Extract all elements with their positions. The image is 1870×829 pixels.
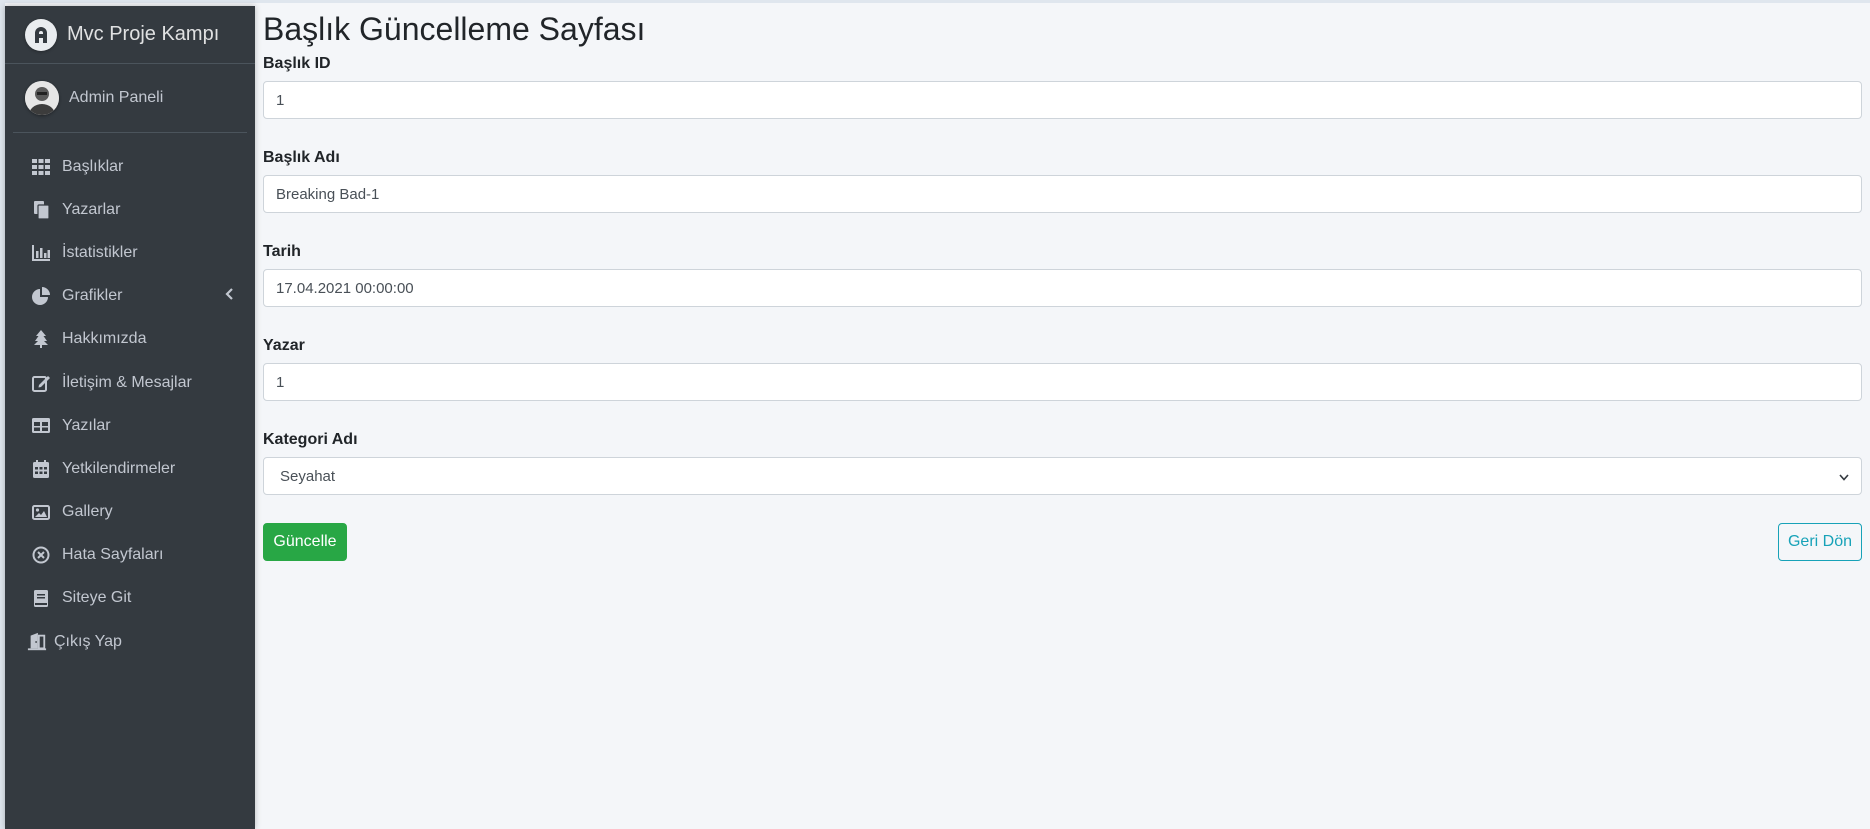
sidebar-item-label: Grafikler <box>62 287 123 305</box>
edit-icon <box>31 373 51 393</box>
sidebar: Mvc Proje Kampı Admin Paneli Başlıklar Y… <box>5 6 255 829</box>
sidebar-item-iletisim[interactable]: İletişim & Mesajlar <box>5 361 255 404</box>
date-input[interactable]: 17.04.2021 00:00:00 <box>263 269 1862 307</box>
main-content: Başlık Güncelleme Sayfası Başlık ID 1 Ba… <box>255 6 1870 826</box>
calendar-icon <box>31 459 51 479</box>
sidebar-item-label: Hakkımızda <box>62 330 147 348</box>
sidebar-item-label: Yazılar <box>62 416 111 434</box>
sidebar-item-istatistikler[interactable]: İstatistikler <box>5 231 255 274</box>
sidebar-nav: Başlıklar Yazarlar İstatistikler Grafikl… <box>5 133 255 663</box>
title-name-input[interactable]: Breaking Bad-1 <box>263 175 1862 213</box>
field-label-id: Başlık ID <box>263 55 331 72</box>
sidebar-item-hata-sayfalari[interactable]: Hata Sayfaları <box>5 534 255 577</box>
back-button[interactable]: Geri Dön <box>1778 523 1862 561</box>
chevron-left-icon[interactable] <box>225 287 233 305</box>
door-icon <box>27 632 47 652</box>
sidebar-item-cikis[interactable]: Çıkış Yap <box>5 620 255 663</box>
sidebar-item-grafikler[interactable]: Grafikler <box>5 275 255 318</box>
form-group-category: Kategori Adı Seyahat <box>263 423 1862 495</box>
sidebar-item-label: İletişim & Mesajlar <box>62 373 192 391</box>
sidebar-item-label: Hata Sayfaları <box>62 546 164 564</box>
writer-input[interactable]: 1 <box>263 363 1862 401</box>
form-group-id: Başlık ID 1 <box>263 47 1862 119</box>
brand-text: Mvc Proje Kampı <box>67 23 220 45</box>
field-label-category: Kategori Adı <box>263 431 358 448</box>
avatar <box>25 81 59 115</box>
update-button[interactable]: Güncelle <box>263 523 347 561</box>
form-group-name: Başlık Adı Breaking Bad-1 <box>263 141 1862 213</box>
sidebar-item-label: Gallery <box>62 503 113 521</box>
app-window: Mvc Proje Kampı Admin Paneli Başlıklar Y… <box>0 0 1870 829</box>
page-title: Başlık Güncelleme Sayfası <box>263 11 646 47</box>
form-group-date: Tarih 17.04.2021 00:00:00 <box>263 235 1862 307</box>
copy-icon <box>31 200 51 220</box>
brand-logo-icon <box>25 18 57 51</box>
form-group-writer: Yazar 1 <box>263 329 1862 401</box>
writer-value: 1 <box>276 373 285 391</box>
field-label-date: Tarih <box>263 243 301 260</box>
grid-icon <box>31 157 51 177</box>
tree-icon <box>31 329 51 349</box>
sidebar-item-label: Başlıklar <box>62 157 124 175</box>
sidebar-item-yetkilendirmeler[interactable]: Yetkilendirmeler <box>5 447 255 490</box>
pie-chart-icon <box>31 286 51 306</box>
sidebar-item-basliklar[interactable]: Başlıklar <box>5 145 255 188</box>
book-icon <box>31 588 51 608</box>
table-icon <box>31 416 51 436</box>
field-label-writer: Yazar <box>263 337 305 354</box>
chevron-down-icon <box>1839 468 1849 485</box>
sidebar-item-label: Siteye Git <box>62 589 132 607</box>
x-circle-icon <box>31 545 51 565</box>
date-value: 17.04.2021 00:00:00 <box>276 279 414 297</box>
user-panel[interactable]: Admin Paneli <box>13 64 247 133</box>
bar-chart-icon <box>31 243 51 263</box>
image-icon <box>31 502 51 522</box>
sidebar-item-siteye-git[interactable]: Siteye Git <box>5 577 255 620</box>
title-id-value: 1 <box>276 91 285 109</box>
sidebar-item-label: Yazarlar <box>62 200 121 218</box>
category-selected-value: Seyahat <box>280 467 336 485</box>
sidebar-item-yazarlar[interactable]: Yazarlar <box>5 188 255 231</box>
title-id-input[interactable]: 1 <box>263 81 1862 119</box>
title-name-value: Breaking Bad-1 <box>276 185 380 203</box>
field-label-name: Başlık Adı <box>263 149 340 166</box>
sidebar-item-hakkimizda[interactable]: Hakkımızda <box>5 318 255 361</box>
sidebar-item-gallery[interactable]: Gallery <box>5 491 255 534</box>
sidebar-item-label: Çıkış Yap <box>54 632 122 650</box>
user-name: Admin Paneli <box>69 89 164 106</box>
brand-link[interactable]: Mvc Proje Kampı <box>5 6 255 64</box>
sidebar-item-yazilar[interactable]: Yazılar <box>5 404 255 447</box>
sidebar-item-label: İstatistikler <box>62 243 138 261</box>
category-select[interactable]: Seyahat <box>263 457 1862 495</box>
sidebar-item-label: Yetkilendirmeler <box>62 459 176 477</box>
